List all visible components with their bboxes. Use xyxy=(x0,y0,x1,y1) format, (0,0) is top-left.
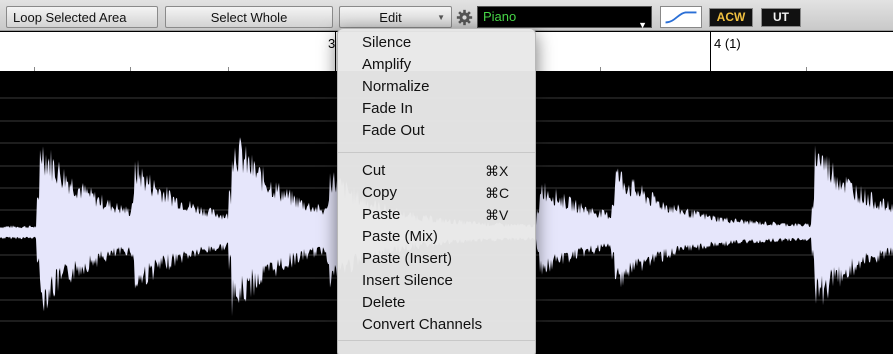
menu-item-paste-mix[interactable]: Paste (Mix) xyxy=(338,226,535,248)
edit-menu-button[interactable]: Edit ▼ xyxy=(339,6,452,28)
menu-item-copy[interactable]: Copy ⌘C xyxy=(338,182,535,204)
menu-item-normalize[interactable]: Normalize xyxy=(338,76,535,98)
menu-item-fade-in[interactable]: Fade In xyxy=(338,98,535,120)
menu-separator xyxy=(338,340,535,341)
menu-item-amplify[interactable]: Amplify xyxy=(338,54,535,76)
fade-curve-icon[interactable] xyxy=(660,6,702,28)
chevron-down-icon: ▼ xyxy=(437,13,445,22)
menu-item-insert-silence[interactable]: Insert Silence xyxy=(338,270,535,292)
menu-item-label: Insert Silence xyxy=(362,272,453,289)
menu-item-label: Paste (Mix) xyxy=(362,228,438,245)
bar-marker xyxy=(710,32,711,71)
menu-item-silence[interactable]: Silence xyxy=(338,32,535,54)
bar-4-label: 4 (1) xyxy=(714,36,741,51)
menu-item-label: Fade Out xyxy=(362,122,425,139)
menu-item-label: Convert Channels xyxy=(362,316,483,333)
menu-item-paste-insert[interactable]: Paste (Insert) xyxy=(338,248,535,270)
menu-item-shortcut: ⌘X xyxy=(485,163,509,179)
bar-3-label: 3 xyxy=(328,36,336,51)
menu-item-label: Normalize xyxy=(362,78,430,95)
ut-button[interactable]: UT xyxy=(761,8,801,27)
menu-item-cut[interactable]: Cut ⌘X xyxy=(338,160,535,182)
menu-item-label: Paste (Insert) xyxy=(362,250,453,267)
menu-item-label: Cut xyxy=(362,162,386,179)
gear-icon[interactable] xyxy=(456,9,473,26)
acw-button[interactable]: ACW xyxy=(709,8,753,27)
menu-item-label: Fade In xyxy=(362,100,413,117)
instrument-select[interactable]: Piano ▼ xyxy=(477,6,652,30)
menu-item-label: Silence xyxy=(362,34,412,51)
menu-item-label: Delete xyxy=(362,294,406,311)
menu-item-shortcut: ⌘V xyxy=(485,207,509,223)
menu-item-label: Copy xyxy=(362,184,398,201)
menu-item-convert-channels[interactable]: Convert Channels xyxy=(338,314,535,336)
loop-selected-area-button[interactable]: Loop Selected Area xyxy=(6,6,158,28)
edit-label: Edit xyxy=(379,9,402,25)
edit-context-menu: Silence Amplify Normalize Fade In Fade Out Cu… xyxy=(337,28,536,354)
select-whole-button[interactable]: Select Whole xyxy=(165,6,333,28)
toolbar: Loop Selected Area Select Whole Edit ▼ P… xyxy=(0,0,893,31)
instrument-value: Piano xyxy=(483,9,517,24)
menu-separator xyxy=(338,152,535,153)
menu-item-label: Paste xyxy=(362,206,401,223)
menu-item-fade-out[interactable]: Fade Out xyxy=(338,120,535,142)
menu-item-label: Amplify xyxy=(362,56,412,73)
menu-item-paste[interactable]: Paste ⌘V xyxy=(338,204,535,226)
menu-item-delete[interactable]: Delete xyxy=(338,292,535,314)
menu-item-shortcut: ⌘C xyxy=(485,185,510,201)
